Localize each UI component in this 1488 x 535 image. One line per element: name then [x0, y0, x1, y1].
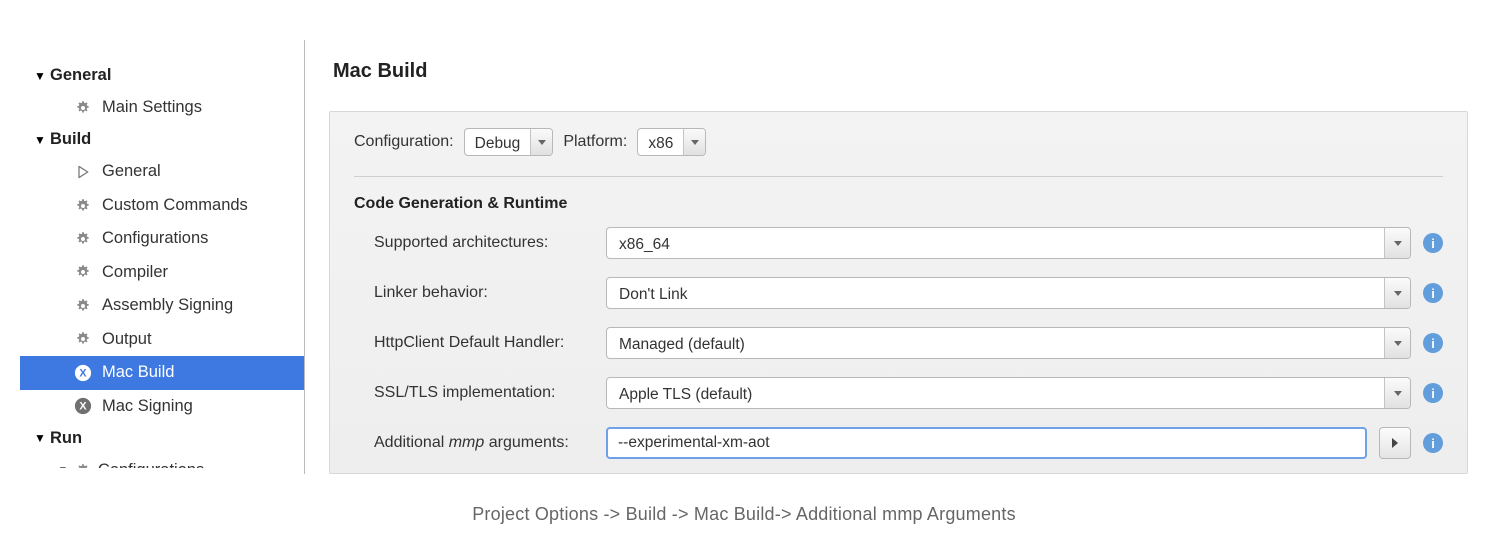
chevron-down-icon	[530, 129, 552, 155]
gear-icon	[74, 197, 92, 215]
options-dialog: ▼ General Main Settings ▼ Build General	[0, 0, 1488, 484]
svg-text:X: X	[79, 401, 87, 413]
info-icon[interactable]: i	[1423, 433, 1443, 453]
label-supported-architectures: Supported architectures:	[354, 234, 594, 252]
sidebar-item-label: Output	[102, 329, 152, 350]
tree-group-run[interactable]: ▼ Run	[30, 423, 304, 454]
play-icon	[74, 163, 92, 181]
svg-text:X: X	[79, 367, 87, 379]
tree-group-label: Build	[50, 130, 91, 149]
select-linker-behavior[interactable]: Don't Link	[606, 277, 1411, 309]
configuration-label: Configuration:	[354, 133, 454, 151]
sidebar-item-label: Custom Commands	[102, 195, 248, 216]
tree-group-build[interactable]: ▼ Build	[30, 124, 304, 155]
sidebar-item-label: Configurations	[98, 460, 204, 468]
gear-icon	[74, 263, 92, 281]
platform-label: Platform:	[563, 133, 627, 151]
input-mmp-arguments[interactable]	[606, 427, 1367, 459]
gear-icon	[74, 330, 92, 348]
tree-group-general[interactable]: ▼ General	[30, 60, 304, 91]
sidebar-item-label: General	[102, 161, 161, 182]
figure-caption: Project Options -> Build -> Mac Build-> …	[0, 504, 1488, 525]
sidebar-item-label: Mac Build	[102, 362, 174, 383]
chevron-down-icon	[1384, 378, 1410, 408]
info-icon[interactable]: i	[1423, 383, 1443, 403]
sidebar-item-mac-signing[interactable]: X Mac Signing	[30, 390, 304, 423]
chevron-down-icon	[1384, 328, 1410, 358]
select-value: Apple TLS (default)	[607, 378, 1384, 408]
select-supported-architectures[interactable]: x86_64	[606, 227, 1411, 259]
arrow-right-icon	[1392, 438, 1398, 448]
sidebar-item-output[interactable]: Output	[30, 323, 304, 356]
row-httpclient-handler: HttpClient Default Handler: Managed (def…	[354, 327, 1443, 359]
x-badge-icon: X	[74, 364, 92, 382]
config-bar: Configuration: Debug Platform: x86	[354, 128, 1443, 177]
gear-icon	[74, 230, 92, 248]
select-ssl-tls[interactable]: Apple TLS (default)	[606, 377, 1411, 409]
select-value: x86_64	[607, 228, 1384, 258]
row-ssl-tls: SSL/TLS implementation: Apple TLS (defau…	[354, 377, 1443, 409]
select-httpclient-handler[interactable]: Managed (default)	[606, 327, 1411, 359]
sidebar-item-label: Main Settings	[102, 97, 202, 118]
row-supported-architectures: Supported architectures: x86_64 i	[354, 227, 1443, 259]
sidebar-item-configurations[interactable]: Configurations	[30, 222, 304, 255]
sidebar-item-custom-commands[interactable]: Custom Commands	[30, 189, 304, 222]
configuration-value: Debug	[465, 129, 531, 155]
label-linker-behavior: Linker behavior:	[354, 284, 594, 302]
section-code-generation: Code Generation & Runtime	[354, 195, 1443, 213]
select-value: Don't Link	[607, 278, 1384, 308]
sidebar-item-label: Assembly Signing	[102, 295, 233, 316]
info-icon[interactable]: i	[1423, 333, 1443, 353]
platform-combo[interactable]: x86	[637, 128, 706, 156]
sidebar-item-label: Compiler	[102, 262, 168, 283]
sidebar-tree: ▼ General Main Settings ▼ Build General	[30, 40, 305, 474]
gear-icon	[74, 99, 92, 117]
row-linker-behavior: Linker behavior: Don't Link i	[354, 277, 1443, 309]
main-panel: Mac Build Configuration: Debug Platform:…	[305, 40, 1468, 474]
row-mmp-arguments: Additional mmp arguments: i	[354, 427, 1443, 459]
sidebar-item-label: Configurations	[102, 228, 208, 249]
disclosure-triangle-icon: ▼	[32, 133, 48, 147]
disclosure-triangle-icon: ▼	[32, 431, 48, 445]
chevron-down-icon	[683, 129, 705, 155]
tree-group-label: General	[50, 66, 111, 85]
label-ssl-tls: SSL/TLS implementation:	[354, 384, 594, 402]
configuration-combo[interactable]: Debug	[464, 128, 554, 156]
sidebar-item-run-configurations[interactable]: ▼ Configurations	[30, 454, 304, 468]
gear-icon	[74, 297, 92, 315]
disclosure-triangle-icon: ▼	[32, 69, 48, 83]
sidebar-item-mac-build[interactable]: X Mac Build	[20, 356, 304, 389]
gear-icon	[74, 462, 92, 468]
expand-arguments-button[interactable]	[1379, 427, 1411, 459]
sidebar-item-assembly-signing[interactable]: Assembly Signing	[30, 289, 304, 322]
chevron-down-icon	[1384, 228, 1410, 258]
info-icon[interactable]: i	[1423, 233, 1443, 253]
sidebar-item-main-settings[interactable]: Main Settings	[30, 91, 304, 124]
info-icon[interactable]: i	[1423, 283, 1443, 303]
page-title: Mac Build	[333, 60, 1468, 83]
sidebar-item-build-general[interactable]: General	[30, 155, 304, 188]
select-value: Managed (default)	[607, 328, 1384, 358]
label-mmp-arguments: Additional mmp arguments:	[354, 434, 594, 452]
tree-group-label: Run	[50, 429, 82, 448]
x-badge-icon: X	[74, 397, 92, 415]
disclosure-triangle-icon: ▼	[58, 464, 68, 468]
config-panel: Configuration: Debug Platform: x86 Code …	[329, 111, 1468, 474]
sidebar-item-compiler[interactable]: Compiler	[30, 256, 304, 289]
label-httpclient-handler: HttpClient Default Handler:	[354, 334, 594, 352]
platform-value: x86	[638, 129, 683, 155]
chevron-down-icon	[1384, 278, 1410, 308]
sidebar-item-label: Mac Signing	[102, 396, 193, 417]
